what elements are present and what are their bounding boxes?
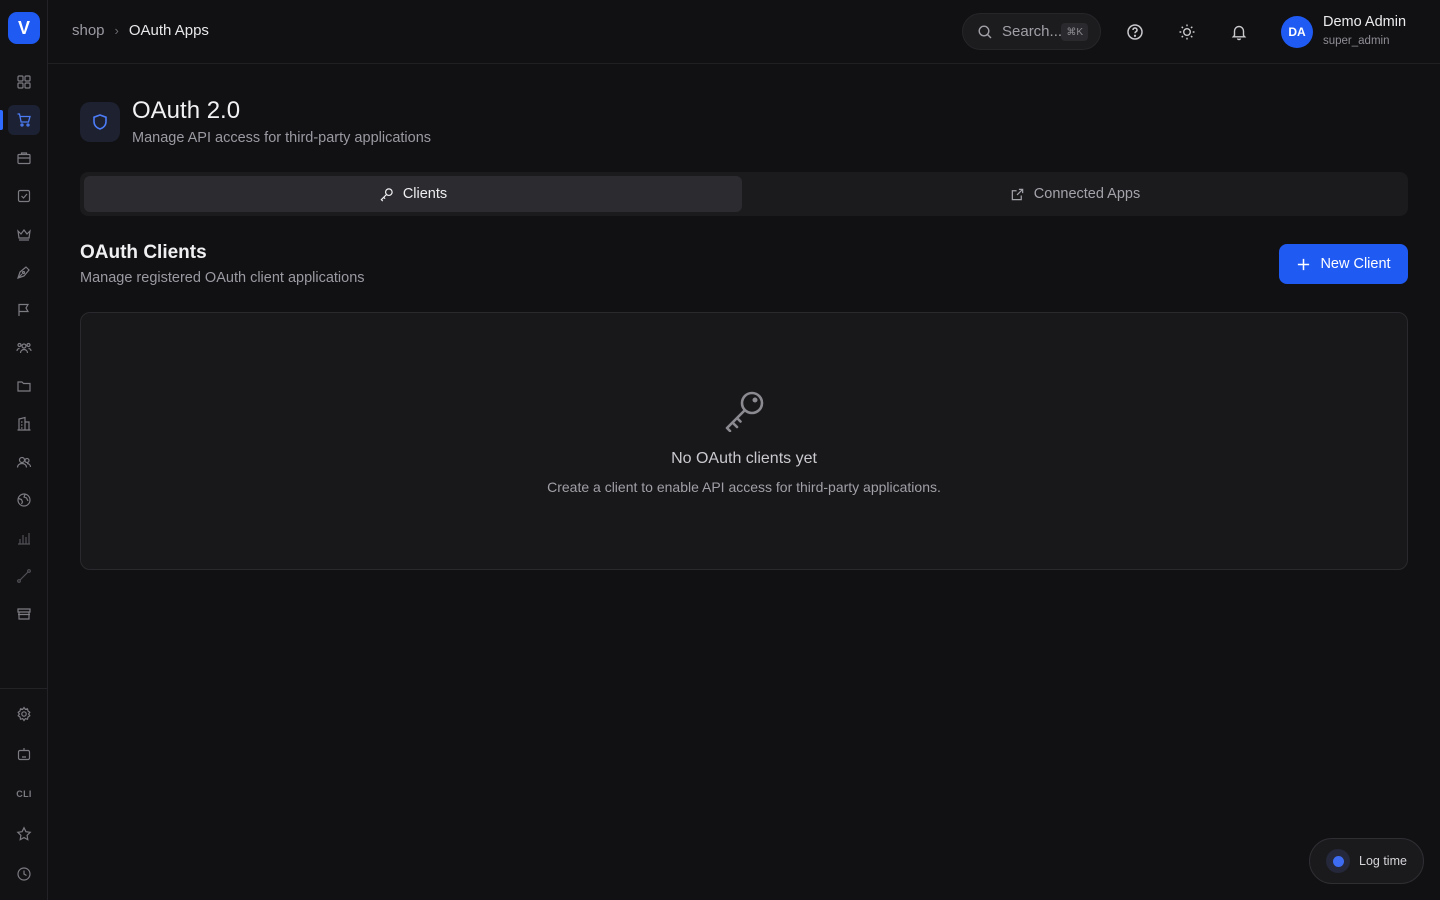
active-indicator xyxy=(0,110,3,130)
logo-letter: V xyxy=(17,17,30,38)
team-icon[interactable] xyxy=(8,333,40,363)
settings-icon[interactable] xyxy=(8,699,40,729)
page-title: OAuth 2.0 xyxy=(132,97,241,124)
globe-icon[interactable] xyxy=(8,485,40,515)
log-time-label: Log time xyxy=(1359,854,1407,868)
briefcase-icon[interactable] xyxy=(8,143,40,173)
empty-state-card: No OAuth clients yet Create a client to … xyxy=(80,312,1408,570)
breadcrumb-current: OAuth Apps xyxy=(128,22,209,39)
section-subtitle: Manage registered OAuth client applicati… xyxy=(80,270,365,286)
app-logo[interactable]: V xyxy=(8,12,40,44)
key-icon xyxy=(725,391,764,432)
folder-icon[interactable] xyxy=(8,371,40,401)
chevron-right-icon: › xyxy=(114,23,119,38)
section-title: OAuth Clients xyxy=(80,242,207,263)
key-icon xyxy=(380,187,393,201)
clock-icon[interactable] xyxy=(8,859,40,889)
empty-state-message: Create a client to enable API access for… xyxy=(547,479,941,495)
checkbox-icon[interactable] xyxy=(8,181,40,211)
top-header: shop › OAuth Apps Search... ⌘K DA Demo A… xyxy=(48,0,1440,64)
user-name[interactable]: Demo Admin xyxy=(1323,14,1406,30)
crown-icon[interactable] xyxy=(8,219,40,249)
search-icon xyxy=(978,24,992,38)
user-role: super_admin xyxy=(1323,35,1390,47)
sidebar-divider xyxy=(0,688,47,689)
log-time-button[interactable]: Log time xyxy=(1309,838,1424,884)
new-client-label: New Client xyxy=(1320,256,1391,272)
avatar[interactable]: DA xyxy=(1281,16,1313,48)
robot-icon[interactable] xyxy=(8,739,40,769)
plus-icon xyxy=(1298,258,1310,270)
empty-state-title: No OAuth clients yet xyxy=(671,450,817,467)
pen-tool-icon[interactable] xyxy=(8,257,40,287)
tab-clients[interactable]: Clients xyxy=(84,176,742,212)
shield-icon xyxy=(80,102,120,142)
search-shortcut: ⌘K xyxy=(1061,23,1088,41)
search-button[interactable]: Search... ⌘K xyxy=(962,13,1101,50)
bell-icon[interactable] xyxy=(1227,20,1251,44)
new-client-button[interactable]: New Client xyxy=(1279,244,1408,284)
tab-connected-apps[interactable]: Connected Apps xyxy=(746,176,1404,212)
external-link-icon xyxy=(1011,188,1024,200)
cli-label: CLI xyxy=(16,789,32,799)
help-icon[interactable] xyxy=(1123,20,1147,44)
breadcrumb: shop › OAuth Apps xyxy=(72,22,209,39)
sidebar: V CLI xyxy=(0,0,48,900)
sun-icon[interactable] xyxy=(1175,20,1199,44)
flag-icon[interactable] xyxy=(8,295,40,325)
bar-chart-icon[interactable] xyxy=(8,523,40,553)
tab-bar: Clients Connected Apps xyxy=(80,172,1408,216)
users-icon[interactable] xyxy=(8,447,40,477)
cart-icon[interactable] xyxy=(8,105,40,135)
route-icon[interactable] xyxy=(8,561,40,591)
star-icon[interactable] xyxy=(8,819,40,849)
search-placeholder: Search... xyxy=(1002,23,1063,40)
timer-icon xyxy=(1326,849,1350,873)
store-icon[interactable] xyxy=(8,599,40,629)
tab-connected-apps-label: Connected Apps xyxy=(1033,186,1141,202)
dashboard-icon[interactable] xyxy=(8,67,40,97)
tab-clients-label: Clients xyxy=(402,186,448,202)
breadcrumb-parent[interactable]: shop xyxy=(72,22,105,39)
building-icon[interactable] xyxy=(8,409,40,439)
cli-icon[interactable]: CLI xyxy=(8,779,40,809)
page-subtitle: Manage API access for third-party applic… xyxy=(132,130,432,146)
